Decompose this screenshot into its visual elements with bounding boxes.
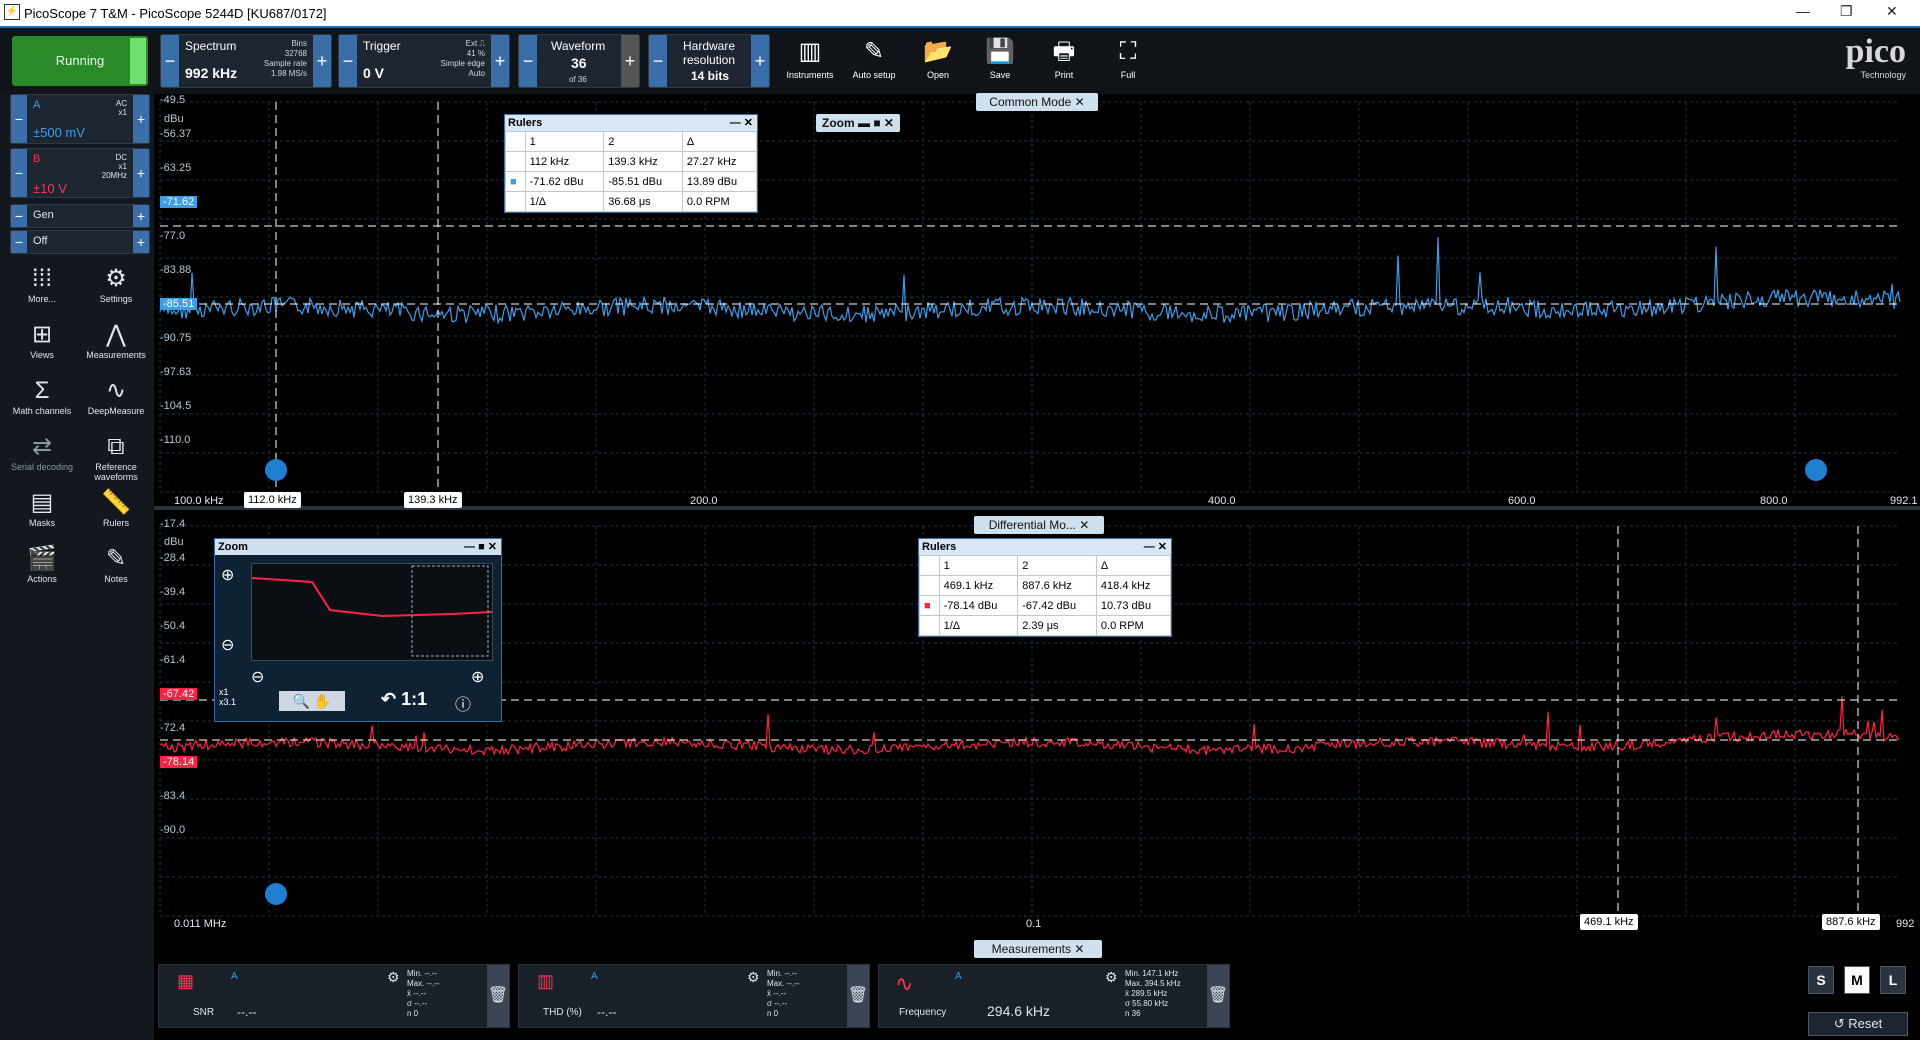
size-s-button[interactable]: S: [1808, 966, 1834, 994]
rulers-table-2: 12Δ 469.1 kHz 887.6 kHz 418.4 kHz ■ -78.14 …: [919, 555, 1172, 636]
y-tick-label: -39.4: [160, 586, 186, 598]
x-tick-label: 0.1: [1026, 918, 1042, 930]
gear-icon[interactable]: ⚙: [1105, 969, 1118, 986]
x-tick-label: 992.1: [1890, 495, 1918, 507]
rulers-panel-view2[interactable]: Rulers — ✕ 12Δ 469.1 kHz 887.6 kHz 418.4 kH…: [918, 538, 1172, 637]
plot-area[interactable]: [0, 0, 1920, 1040]
y-tick-label: -97.63: [160, 366, 192, 378]
gear-icon[interactable]: ⚙: [747, 969, 760, 986]
rulers-table: 12Δ 112 kHz 139.3 kHz 27.27 kHz ■ -71.62 dB…: [505, 131, 758, 212]
x-tick-label: 200.0: [690, 495, 718, 507]
measurement-thd[interactable]: ▥ A THD (%) --.-- ⚙ Min. --.-- Max. --.--…: [518, 964, 870, 1028]
y-tick-label: -28.4: [160, 552, 186, 564]
zoom-h-out-icon[interactable]: ⊖: [251, 667, 264, 687]
gear-icon[interactable]: ⚙: [387, 969, 400, 986]
close-icon[interactable]: — ✕: [730, 115, 753, 131]
x-tick-label: 800.0: [1760, 495, 1788, 507]
view1-y-unit: dBu: [164, 113, 184, 125]
ruler-marker-3[interactable]: 469.1 kHz: [1580, 914, 1638, 930]
close-icon[interactable]: — ✕: [1144, 539, 1167, 555]
y-tick-label: -90.0: [160, 824, 186, 836]
delete-icon[interactable]: 🗑: [847, 965, 869, 1027]
size-l-button[interactable]: L: [1880, 966, 1906, 994]
x-tick-label: 0.011 MHz: [174, 918, 227, 930]
y-tick-label: -50.4: [160, 620, 186, 632]
zoom-panel[interactable]: Zoom — ■ ✕ ⊕ ⊖ ⊖ ⊕ x1 x3.1 🔍 ✋ ↶ 1:1 ⓘ: [214, 538, 502, 722]
zoom-out-icon[interactable]: ⊖: [221, 635, 234, 655]
delete-icon[interactable]: 🗑: [1207, 965, 1229, 1027]
channel-a-trace: [159, 236, 1901, 325]
y-tick-label: -77.0: [160, 230, 186, 242]
reset-button[interactable]: ↺ Reset: [1808, 1012, 1908, 1036]
y-tick-label: -56.37: [160, 128, 192, 140]
snr-icon: ▦: [177, 971, 195, 991]
y-tick-label: -17.4: [160, 518, 186, 530]
x-tick-label: 100.0 kHz: [174, 495, 224, 507]
scroll-right-icon[interactable]: [1805, 459, 1827, 481]
y-tick-label: -78.14: [160, 756, 198, 768]
y-tick-label: -72.4: [160, 722, 186, 734]
zoom-reset-1-1[interactable]: ↶ 1:1: [381, 689, 427, 710]
x-tick-label: 400.0: [1208, 495, 1236, 507]
ruler-marker-4[interactable]: 887.6 kHz: [1822, 914, 1880, 930]
x-tick-label: 992: [1896, 918, 1915, 930]
y-tick-label: -49.5: [160, 94, 186, 106]
ruler-marker-1[interactable]: 112.0 kHz: [244, 492, 301, 508]
zoom-hand-tools[interactable]: 🔍 ✋: [279, 691, 345, 711]
y-tick-label: -67.42: [160, 688, 198, 700]
measurement-snr[interactable]: ▦ A SNR --.-- ⚙ Min. --.-- Max. --.-- x̄ -…: [158, 964, 510, 1028]
delete-icon[interactable]: 🗑: [487, 965, 509, 1027]
info-icon[interactable]: ⓘ: [455, 691, 471, 715]
tab-differential-mode[interactable]: Differential Mo... ✕: [974, 516, 1104, 534]
scroll-left-icon-2[interactable]: [265, 883, 287, 905]
y-tick-label: -104.5: [160, 400, 192, 412]
measurement-frequency[interactable]: ∿ A Frequency 294.6 kHz ⚙ Min. 147.1 kHz…: [878, 964, 1230, 1028]
y-tick-label: -61.4: [160, 654, 186, 666]
y-tick-label: -71.62: [160, 196, 198, 208]
x-tick-label: 600.0: [1508, 495, 1536, 507]
thd-icon: ▥: [537, 971, 555, 991]
view2-y-unit: dBu: [164, 536, 184, 548]
y-tick-label: -83.4: [160, 790, 186, 802]
y-tick-label: -85.51: [160, 298, 198, 310]
zoom-h-in-icon[interactable]: ⊕: [471, 667, 484, 687]
frequency-icon: ∿: [895, 971, 914, 996]
y-tick-label: -63.25: [160, 162, 192, 174]
zoom-panel-collapsed[interactable]: Zoom ▬ ■ ✕: [816, 114, 900, 132]
ruler-marker-2[interactable]: 139.3 kHz: [404, 492, 462, 508]
tab-measurements[interactable]: Measurements ✕: [974, 940, 1102, 958]
size-m-button[interactable]: M: [1844, 966, 1870, 994]
zoom-in-icon[interactable]: ⊕: [221, 565, 234, 585]
close-icon[interactable]: — ■ ✕: [464, 539, 497, 555]
y-tick-label: -90.75: [160, 332, 192, 344]
scroll-left-icon[interactable]: [265, 459, 287, 481]
rulers-panel-view1[interactable]: Rulers — ✕ 12Δ 112 kHz 139.3 kHz 27.27 kHz …: [504, 114, 758, 213]
zoom-overview[interactable]: [251, 563, 493, 661]
y-tick-label: -110.0: [160, 434, 191, 446]
y-tick-label: -83.88: [160, 264, 192, 276]
view1-grid: [159, 101, 1900, 493]
tab-common-mode[interactable]: Common Mode ✕: [976, 93, 1098, 111]
